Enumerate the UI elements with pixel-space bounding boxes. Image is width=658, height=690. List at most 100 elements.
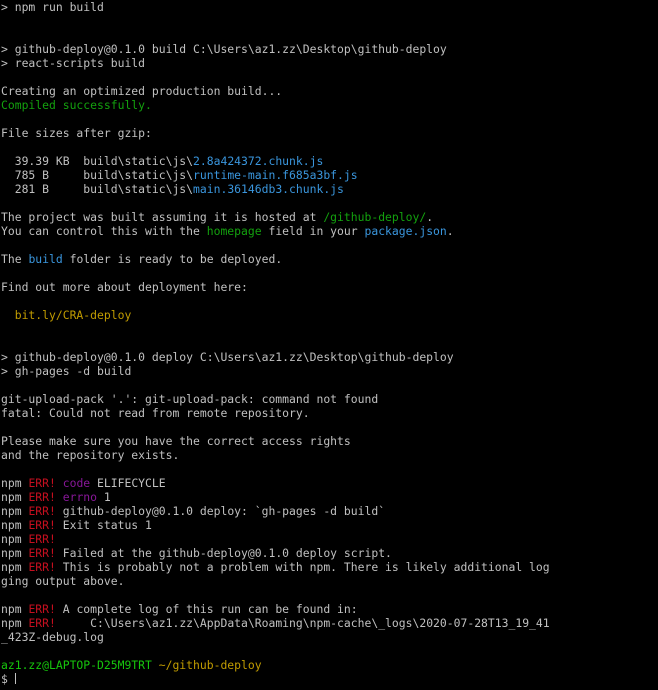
line-segment: npm <box>1 546 29 560</box>
line-segment: bit.ly/CRA-deploy <box>1 308 132 322</box>
line-segment: Compiled successfully. <box>1 98 152 112</box>
line-segment: This is probably not a problem with npm.… <box>55 560 550 574</box>
line-segment: and the repository exists. <box>1 448 180 462</box>
terminal-line: npm ERR! code ELIFECYCLE <box>1 476 658 490</box>
line-segment: 2.8a424372.chunk.js <box>193 154 324 168</box>
terminal-line: fatal: Could not read from remote reposi… <box>1 406 658 420</box>
terminal-line: npm ERR! <box>1 532 658 546</box>
line-segment: build <box>28 252 63 266</box>
terminal-line: The project was built assuming it is hos… <box>1 210 658 224</box>
line-segment: The <box>1 252 29 266</box>
line-segment: ERR! <box>28 560 56 574</box>
line-segment: ERR! <box>28 546 56 560</box>
line-segment: The project was built assuming it is hos… <box>1 210 324 224</box>
line-segment: . <box>446 224 454 238</box>
line-segment: . <box>426 210 434 224</box>
input-line[interactable]: $ <box>1 672 658 686</box>
line-segment: errno <box>62 490 98 504</box>
line-segment: npm <box>1 518 29 532</box>
terminal-window[interactable]: > npm run build > github-deploy@0.1.0 bui… <box>0 0 658 690</box>
terminal-line: > github-deploy@0.1.0 deploy C:\Users\az… <box>1 350 658 364</box>
terminal-line: ging output above. <box>1 574 658 588</box>
terminal-line: 785 B build\static\js\runtime-main.f685a… <box>1 168 658 182</box>
line-segment <box>56 490 63 504</box>
terminal-output: > npm run build > github-deploy@0.1.0 bui… <box>1 0 658 672</box>
line-segment: git-upload-pack '.': git-upload-pack: co… <box>1 392 379 406</box>
prompt-symbol: $ <box>1 672 15 686</box>
line-segment: code <box>62 476 91 490</box>
line-segment: field in your <box>261 224 365 238</box>
terminal-line: The build folder is ready to be deployed… <box>1 252 658 266</box>
terminal-line: 281 B build\static\js\main.36146db3.chun… <box>1 182 658 196</box>
line-segment <box>152 658 159 672</box>
line-segment: 1 <box>97 490 111 504</box>
terminal-line: Creating an optimized production build..… <box>1 84 658 98</box>
terminal-line: git-upload-pack '.': git-upload-pack: co… <box>1 392 658 406</box>
line-segment: npm <box>1 532 29 546</box>
terminal-line: Compiled successfully. <box>1 98 658 112</box>
line-segment: > react-scripts build <box>1 56 146 70</box>
line-segment: az1.zz@LAPTOP-D25M9TRT <box>1 658 152 672</box>
line-segment <box>56 476 63 490</box>
line-segment: ERR! <box>28 518 56 532</box>
line-segment: npm <box>1 476 29 490</box>
terminal-line: and the repository exists. <box>1 448 658 462</box>
line-segment: package.json <box>364 224 447 238</box>
terminal-line: > react-scripts build <box>1 56 658 70</box>
terminal-line: npm ERR! A complete log of this run can … <box>1 602 658 616</box>
line-segment: You can control this with the <box>1 224 207 238</box>
line-segment: _423Z-debug.log <box>1 630 104 644</box>
line-segment: ERR! <box>28 476 56 490</box>
line-segment: ELIFECYCLE <box>90 476 166 490</box>
line-segment: 785 B build\static\js\ <box>1 168 194 182</box>
terminal-line: > github-deploy@0.1.0 build C:\Users\az1… <box>1 42 658 56</box>
line-segment: > github-deploy@0.1.0 build C:\Users\az1… <box>1 42 447 56</box>
line-segment: folder is ready to be deployed. <box>62 252 283 266</box>
line-segment: npm <box>1 602 29 616</box>
line-segment: main.36146db3.chunk.js <box>193 182 344 196</box>
line-segment: ~/github-deploy <box>158 658 262 672</box>
terminal-line: Find out more about deployment here: <box>1 280 658 294</box>
line-segment: > gh-pages -d build <box>1 364 132 378</box>
line-segment: File sizes after gzip: <box>1 126 152 140</box>
terminal-line: You can control this with the homepage f… <box>1 224 658 238</box>
line-segment: > github-deploy@0.1.0 deploy C:\Users\az… <box>1 350 454 364</box>
terminal-line: npm ERR! errno 1 <box>1 490 658 504</box>
line-segment: runtime-main.f685a3bf.js <box>193 168 358 182</box>
terminal-line: npm ERR! Failed at the github-deploy@0.1… <box>1 546 658 560</box>
line-segment: A complete log of this run can be found … <box>55 602 358 616</box>
line-segment: ERR! <box>28 490 56 504</box>
terminal-line: > gh-pages -d build <box>1 364 658 378</box>
line-segment: C:\Users\az1.zz\AppData\Roaming\npm-cach… <box>55 616 550 630</box>
terminal-line: Please make sure you have the correct ac… <box>1 434 658 448</box>
line-segment: github-deploy@0.1.0 deploy: `gh-pages -d… <box>55 504 386 518</box>
line-segment: npm <box>1 490 29 504</box>
line-segment: fatal: Could not read from remote reposi… <box>1 406 310 420</box>
line-segment: Exit status 1 <box>55 518 152 532</box>
terminal-line: npm ERR! This is probably not a problem … <box>1 560 658 574</box>
line-segment: > npm run build <box>1 0 104 14</box>
line-segment: 39.39 KB build\static\js\ <box>1 154 194 168</box>
line-segment: Creating an optimized production build..… <box>1 84 283 98</box>
line-segment: Find out more about deployment here: <box>1 280 248 294</box>
terminal-line: > npm run build <box>1 0 658 14</box>
line-segment: 281 B build\static\js\ <box>1 182 194 196</box>
terminal-line: bit.ly/CRA-deploy <box>1 308 658 322</box>
line-segment: Please make sure you have the correct ac… <box>1 434 351 448</box>
line-segment: ERR! <box>28 616 56 630</box>
terminal-line: npm ERR! github-deploy@0.1.0 deploy: `gh… <box>1 504 658 518</box>
